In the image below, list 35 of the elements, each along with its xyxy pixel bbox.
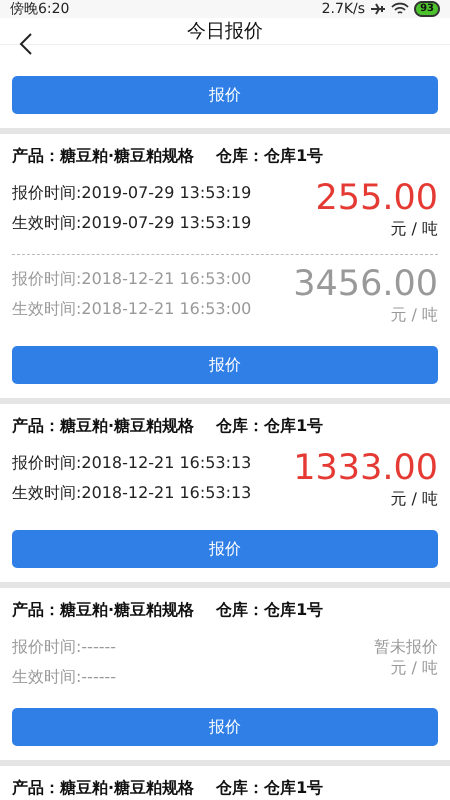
effective-time: 生效时间:2019-07-29 13:53:19 bbox=[12, 213, 252, 234]
quote-button[interactable]: 报价 bbox=[12, 708, 438, 746]
back-icon[interactable] bbox=[19, 33, 33, 55]
quote-button[interactable]: 报价 bbox=[12, 76, 438, 114]
price-unit: 元 / 吨 bbox=[390, 219, 438, 240]
price-unit: 元 / 吨 bbox=[390, 305, 438, 326]
effective-time: 生效时间:2018-12-21 16:53:00 bbox=[12, 299, 252, 320]
airplane-icon bbox=[370, 2, 386, 16]
product-label: 产品：糖豆粕·糖豆粕规格 bbox=[12, 778, 194, 799]
quote-button[interactable]: 报价 bbox=[12, 530, 438, 568]
price-unit: 元 / 吨 bbox=[390, 658, 438, 679]
price-unit: 元 / 吨 bbox=[390, 489, 438, 510]
warehouse-label: 仓库：仓库1号 bbox=[216, 146, 324, 167]
battery-icon: 93 bbox=[414, 1, 440, 17]
product-label: 产品：糖豆粕·糖豆粕规格 bbox=[12, 600, 194, 621]
effective-time: 生效时间:2018-12-21 16:53:13 bbox=[12, 483, 252, 504]
no-quote-label: 暂未报价 bbox=[374, 636, 438, 658]
quote-time: 报价时间:2018-12-21 16:53:13 bbox=[12, 453, 252, 474]
quote-button[interactable]: 报价 bbox=[12, 346, 438, 384]
quote-time: 报价时间:2018-12-21 16:53:00 bbox=[12, 269, 252, 290]
warehouse-label: 仓库：仓库1号 bbox=[216, 416, 324, 437]
page-title: 今日报价 bbox=[187, 19, 263, 44]
effective-time: 生效时间:------ bbox=[12, 667, 116, 688]
warehouse-label: 仓库：仓库1号 bbox=[216, 778, 324, 799]
price-value: 3456.00 bbox=[293, 263, 438, 305]
product-label: 产品：糖豆粕·糖豆粕规格 bbox=[12, 146, 194, 167]
quote-time: 报价时间:2019-07-29 13:53:19 bbox=[12, 183, 252, 204]
network-speed: 2.7K/s bbox=[322, 1, 366, 17]
price-value: 255.00 bbox=[316, 177, 438, 219]
status-time: 傍晚6:20 bbox=[10, 0, 70, 18]
price-value: 1333.00 bbox=[293, 447, 438, 489]
warehouse-label: 仓库：仓库1号 bbox=[216, 600, 324, 621]
quote-time: 报价时间:------ bbox=[12, 637, 116, 658]
product-label: 产品：糖豆粕·糖豆粕规格 bbox=[12, 416, 194, 437]
wifi-icon bbox=[391, 2, 410, 16]
